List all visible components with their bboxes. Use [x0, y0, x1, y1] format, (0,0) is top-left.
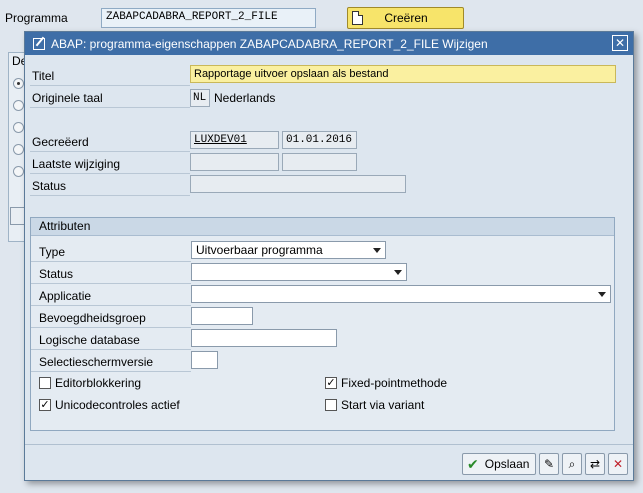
footer-divider — [25, 444, 633, 445]
fixed-point-checkbox[interactable]: ✓ — [325, 377, 337, 389]
type-dropdown-value: Uitvoerbaar programma — [196, 243, 323, 257]
type-dropdown[interactable]: Uitvoerbaar programma — [191, 241, 386, 259]
wijziging-label: Laatste wijziging — [32, 157, 121, 171]
edit-icon — [33, 37, 45, 50]
chevron-down-icon — [373, 248, 381, 253]
attr-status-dropdown[interactable] — [191, 263, 407, 281]
search-icon: ⌕ — [568, 456, 576, 471]
gecreeerd-date-field: 01.01.2016 — [282, 131, 357, 149]
gecreeerd-user-field: LUXDEV01 — [190, 131, 279, 149]
attributes-group: Attributen Type Uitvoerbaar programma St… — [30, 217, 615, 431]
gecreeerd-underline — [30, 151, 190, 152]
arrows-icon: ⇄ — [589, 457, 601, 471]
close-icon: ✕ — [612, 457, 624, 471]
selectie-underline — [31, 371, 191, 372]
fixed-point-label: Fixed-pointmethode — [341, 376, 448, 390]
create-button-label: Creëren — [384, 11, 428, 25]
search-button[interactable]: ⌕ — [562, 453, 582, 475]
unicode-label: Unicodecontroles actief — [55, 398, 180, 412]
attr-status-underline — [31, 283, 191, 284]
titel-underline — [30, 85, 190, 86]
taal-label: Originele taal — [32, 91, 103, 105]
program-input[interactable]: ZABAPCADABRA_REPORT_2_FILE — [101, 8, 316, 28]
dialog-title: ABAP: programma-eigenschappen ZABAPCADAB… — [51, 36, 488, 51]
gecreeerd-label: Gecreëerd — [32, 135, 89, 149]
titel-label: Titel — [32, 69, 55, 83]
radio-option-2[interactable] — [13, 100, 24, 111]
transport-button[interactable]: ⇄ — [585, 453, 605, 475]
document-icon — [352, 11, 363, 25]
taal-name: Nederlands — [214, 91, 276, 105]
applicatie-dropdown[interactable] — [191, 285, 611, 303]
status-field — [190, 175, 406, 193]
bevoegd-label: Bevoegdheidsgroep — [39, 311, 146, 325]
chevron-down-icon — [394, 270, 402, 275]
radio-option-4[interactable] — [13, 144, 24, 155]
editor-checkbox[interactable] — [39, 377, 51, 389]
taal-code-input[interactable]: NL — [190, 89, 210, 107]
bevoegd-input[interactable] — [191, 307, 253, 325]
dialog-titlebar: ABAP: programma-eigenschappen ZABAPCADAB… — [25, 32, 633, 55]
titel-input[interactable]: Rapportage uitvoer opslaan als bestand — [190, 65, 616, 83]
save-button[interactable]: ✔ Opslaan — [462, 453, 536, 475]
variant-checkbox[interactable] — [325, 399, 337, 411]
program-label: Programma — [5, 11, 68, 25]
program-attributes-dialog: ABAP: programma-eigenschappen ZABAPCADAB… — [24, 31, 634, 481]
attr-status-label: Status — [39, 267, 74, 281]
status-label: Status — [32, 179, 67, 193]
logdb-label: Logische database — [39, 333, 140, 347]
selectie-label: Selectieschermversie — [39, 355, 154, 369]
save-button-label: Opslaan — [484, 457, 530, 471]
wijziging-underline — [30, 173, 190, 174]
chevron-down-icon — [598, 292, 606, 297]
radio-option-1[interactable] — [13, 78, 24, 89]
unicode-checkbox[interactable]: ✓ — [39, 399, 51, 411]
logdb-input[interactable] — [191, 329, 337, 347]
check-icon: ✔ — [467, 455, 479, 472]
type-underline — [31, 261, 191, 262]
wijziging-user-field — [190, 153, 279, 171]
taal-underline — [30, 107, 190, 108]
radio-option-3[interactable] — [13, 122, 24, 133]
type-label: Type — [39, 245, 66, 259]
applicatie-underline — [31, 305, 191, 306]
editor-label: Editorblokkering — [55, 376, 142, 390]
status-underline — [30, 195, 190, 196]
close-icon[interactable]: ✕ — [612, 35, 628, 51]
attributes-header: Attributen — [31, 218, 614, 236]
cancel-button[interactable]: ✕ — [608, 453, 628, 475]
pencil-icon: ✎ — [543, 457, 555, 471]
logdb-underline — [31, 349, 191, 350]
bevoegd-underline — [31, 327, 191, 328]
selectie-input[interactable] — [191, 351, 218, 369]
radio-option-5[interactable] — [13, 166, 24, 177]
edit-pencil-button[interactable]: ✎ — [539, 453, 559, 475]
wijziging-date-field — [282, 153, 357, 171]
applicatie-label: Applicatie — [39, 289, 92, 303]
create-button[interactable]: Creëren — [347, 7, 464, 29]
variant-label: Start via variant — [341, 398, 425, 412]
